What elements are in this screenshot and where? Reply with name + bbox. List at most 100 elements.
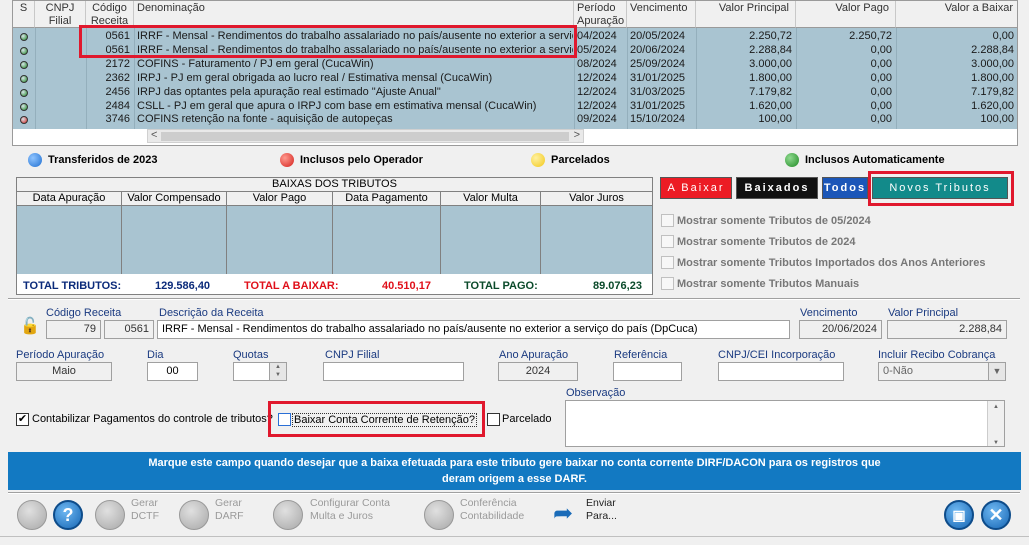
col-header-valor-baixar[interactable]: Valor a Baixar <box>896 1 1017 28</box>
valor-principal-field[interactable]: 2.288,84 <box>887 320 1007 339</box>
col-header-cnpj[interactable]: CNPJ Filial <box>35 1 86 28</box>
total-baixar-value: 40.510,17 <box>382 280 431 292</box>
tab-todos[interactable]: Todos <box>822 177 868 199</box>
cell-valor-pago: 0,00 <box>870 99 892 112</box>
lock-icon[interactable]: 🔓 <box>20 316 40 336</box>
divider <box>8 298 1020 300</box>
table-row[interactable]: 2172 COFINS - Faturamento / PJ em geral (… <box>13 57 1017 71</box>
cell-valor-principal: 100,00 <box>758 113 792 126</box>
disabled-round-button[interactable] <box>17 500 47 530</box>
periodo-field[interactable]: Maio <box>16 362 112 381</box>
legend-transferidos: Transferidos de 2023 <box>28 153 157 167</box>
codigo-receita-field-2[interactable]: 0561 <box>104 320 154 339</box>
referencia-field[interactable] <box>613 362 682 381</box>
cell-valor-pago: 0,00 <box>870 113 892 126</box>
quotas-label: Quotas <box>233 349 269 361</box>
contabilizar-checkbox[interactable]: ✔ <box>16 413 29 426</box>
gerar-dctf-icon[interactable] <box>95 500 125 530</box>
cell-vencimento: 31/01/2025 <box>630 71 686 84</box>
filter-mes-checkbox[interactable] <box>661 214 674 227</box>
cell-valor-principal: 2.250,72 <box>749 30 792 42</box>
tab-a-baixar[interactable]: A Baixar <box>660 177 732 199</box>
quotas-stepper[interactable]: ▲ ▼ <box>233 362 287 381</box>
cell-valor-baixar: 2.288,84 <box>971 43 1014 56</box>
baixas-col-data-apuracao[interactable]: Data Apuração <box>17 192 122 206</box>
incluir-recibo-select[interactable]: 0-Não ▼ <box>878 362 1006 381</box>
col-header-codigo[interactable]: Código Receita <box>86 1 134 28</box>
filter-manuais-checkbox[interactable] <box>661 277 674 290</box>
scroll-left-icon[interactable]: < <box>151 129 157 141</box>
col-header-status[interactable]: S <box>13 1 35 28</box>
col-header-vencimento[interactable]: Vencimento <box>627 1 696 28</box>
chevron-down-icon[interactable]: ▼ <box>988 363 1005 380</box>
cell-vencimento: 20/05/2024 <box>630 30 686 42</box>
conferencia-button[interactable]: Conferência Contabilidade <box>460 497 524 533</box>
cell-valor-pago: 0,00 <box>870 57 892 70</box>
cell-codigo: 2172 <box>105 57 130 70</box>
cell-valor-baixar: 1.620,00 <box>971 99 1014 112</box>
ano-label: Ano Apuração <box>499 349 569 361</box>
col-header-valor-principal[interactable]: Valor Principal <box>696 1 796 28</box>
table-row[interactable]: 3746 COFINS retenção na fonte - aquisição… <box>13 113 1017 126</box>
configurar-conta-button[interactable]: Configurar Conta Multa e Juros <box>310 497 390 533</box>
gerar-darf-button[interactable]: Gerar DARF <box>215 497 244 533</box>
green-status-icon <box>20 46 28 55</box>
baixas-col-data-pagamento[interactable]: Data Pagamento <box>333 192 441 206</box>
table-row[interactable]: 2484 CSLL - PJ em geral que apura o IRPJ … <box>13 99 1017 113</box>
baixas-col-valor-compensado[interactable]: Valor Compensado <box>122 192 227 206</box>
scroll-right-icon[interactable]: > <box>574 129 580 141</box>
cell-denominacao: COFINS - Faturamento / PJ em geral (Cuca… <box>137 57 374 70</box>
codigo-receita-field-1[interactable]: 79 <box>46 320 101 339</box>
cnpj-cei-field[interactable] <box>718 362 844 381</box>
dia-field[interactable]: 00 <box>147 362 198 381</box>
green-ball-icon <box>785 153 799 167</box>
tab-baixados[interactable]: Baixados <box>736 177 818 199</box>
enviar-button[interactable]: Enviar Para... <box>586 497 617 533</box>
filter-ano-checkbox[interactable] <box>661 235 674 248</box>
col-header-periodo[interactable]: Período Apuração <box>574 1 627 28</box>
parcelado-checkbox[interactable] <box>487 413 500 426</box>
cell-codigo: 3746 <box>105 113 130 126</box>
conferencia-icon[interactable] <box>424 500 454 530</box>
configurar-conta-icon[interactable] <box>273 500 303 530</box>
descricao-field[interactable]: IRRF - Mensal - Rendimentos do trabalho … <box>157 320 790 339</box>
baixas-col-valor-multa[interactable]: Valor Multa <box>441 192 541 206</box>
cell-valor-principal: 3.000,00 <box>749 57 792 70</box>
close-icon[interactable]: ✕ <box>981 500 1011 530</box>
col-header-denominacao[interactable]: Denominação <box>134 1 574 28</box>
observacao-label: Observação <box>566 387 626 399</box>
tributos-grid[interactable]: S CNPJ Filial Código Receita Denominação… <box>12 0 1018 146</box>
cnpj-filial-field[interactable] <box>323 362 464 381</box>
grid-horizontal-scrollbar[interactable]: < > <box>147 129 584 143</box>
vencimento-field[interactable]: 20/06/2024 <box>799 320 882 339</box>
green-status-icon <box>20 102 28 111</box>
total-tributos-label: TOTAL TRIBUTOS: <box>23 280 122 292</box>
baixas-body[interactable] <box>17 206 652 274</box>
baixas-col-valor-juros[interactable]: Valor Juros <box>541 192 652 206</box>
ano-field[interactable]: 2024 <box>498 362 578 381</box>
cell-valor-principal: 2.288,84 <box>749 43 792 56</box>
enviar-arrow-icon[interactable]: ➦ <box>553 500 581 530</box>
quotas-up-icon[interactable]: ▲ <box>269 363 286 371</box>
table-row[interactable]: 2362 IRPJ - PJ em geral obrigada ao lucro… <box>13 71 1017 85</box>
observacao-textarea[interactable]: ▲ ▼ <box>565 400 1005 447</box>
cell-codigo: 2484 <box>105 99 130 112</box>
codigo-receita-label: Código Receita <box>46 307 122 319</box>
gerar-dctf-button[interactable]: Gerar DCTF <box>131 497 159 533</box>
observacao-scrollbar[interactable]: ▲ ▼ <box>987 401 1004 446</box>
cell-valor-pago: 0,00 <box>870 43 892 56</box>
scroll-thumb[interactable] <box>161 132 569 141</box>
cell-valor-pago: 0,00 <box>870 85 892 98</box>
cell-denominacao: IRPJ - PJ em geral obrigada ao lucro rea… <box>137 71 493 84</box>
filter-importados-checkbox[interactable] <box>661 256 674 269</box>
filter-manuais-label: Mostrar somente Tributos Manuais <box>677 278 860 290</box>
quotas-down-icon[interactable]: ▼ <box>269 371 286 380</box>
save-icon[interactable]: ▣ <box>944 500 974 530</box>
cell-vencimento: 25/09/2024 <box>630 57 686 70</box>
col-header-valor-pago[interactable]: Valor Pago <box>796 1 896 28</box>
gerar-darf-icon[interactable] <box>179 500 209 530</box>
baixas-col-valor-pago[interactable]: Valor Pago <box>227 192 333 206</box>
cell-valor-principal: 7.179,82 <box>749 85 792 98</box>
help-icon[interactable]: ? <box>53 500 83 530</box>
table-row[interactable]: 2456 IRPJ das optantes pela apuração real… <box>13 85 1017 99</box>
